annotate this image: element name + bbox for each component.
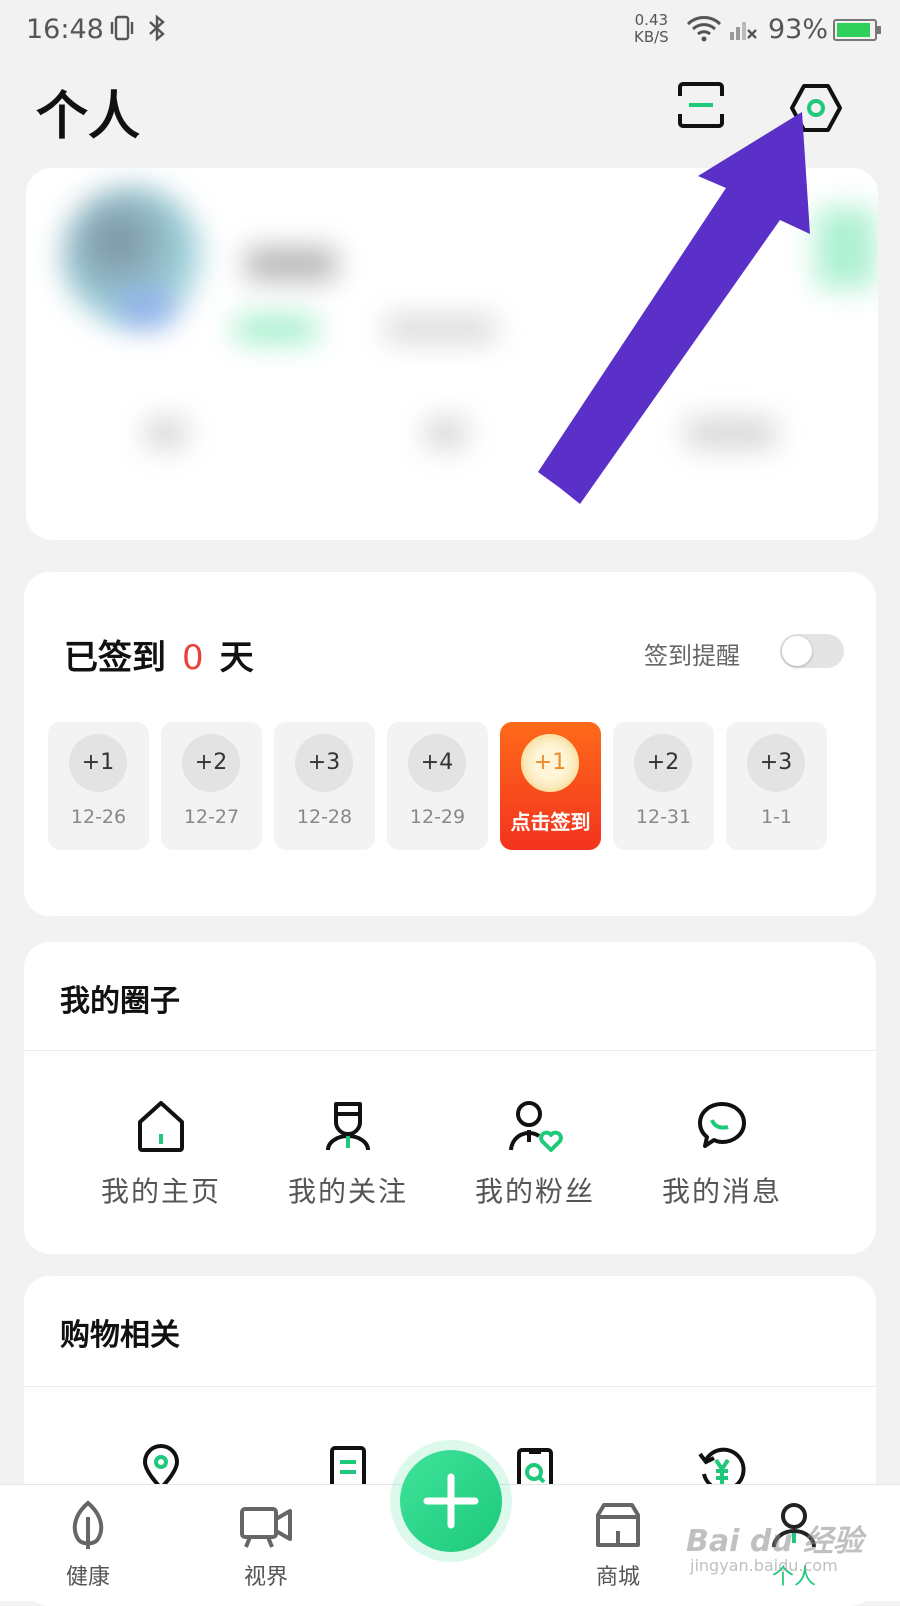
leaf-icon: [72, 1500, 104, 1549]
reward-coin: +1: [521, 734, 579, 792]
vibrate-icon: [108, 14, 136, 49]
plus-icon: [423, 1473, 479, 1529]
nav-item-mall[interactable]: 商城: [558, 1499, 678, 1591]
nav-item-health[interactable]: 健康: [28, 1499, 148, 1591]
divider: [24, 1386, 876, 1387]
checkin-day[interactable]: +2 12-31: [613, 722, 714, 850]
network-speed-value: 0.43: [634, 11, 669, 29]
profile-name-blurred: [246, 248, 336, 280]
watermark-brand: Bai du 经验: [686, 1524, 864, 1559]
store-icon: [596, 1503, 640, 1547]
checkin-button-label: 点击签到: [510, 810, 591, 834]
reward-coin: +4: [408, 734, 466, 792]
checkin-card: 已签到 0 天 签到提醒 +1 12-26 +2 12-27 +3 12-28 +4…: [24, 572, 876, 916]
day-date: 1-1: [760, 806, 793, 828]
nav-label: 视界: [243, 1565, 288, 1590]
reward-coin: +3: [295, 734, 353, 792]
circle-item-label: 我的消息: [661, 1175, 782, 1208]
status-bar: 16:48 0.43 KB/S 93%: [0, 0, 900, 60]
circle-item-messages[interactable]: 我的消息: [627, 1098, 817, 1210]
battery-percent: 93%: [768, 14, 829, 45]
day-date: 12-31: [635, 806, 692, 828]
circle-item-label: 我的粉丝: [474, 1175, 595, 1208]
checkin-reminder-label: 签到提醒: [644, 642, 740, 670]
checkin-days: +1 12-26 +2 12-27 +3 12-28 +4 12-29 +1 点…: [48, 722, 852, 850]
circle-item-following[interactable]: 我的关注: [253, 1098, 443, 1210]
section-title-shopping: 购物相关: [60, 1318, 180, 1353]
checkin-day[interactable]: +2 12-27: [161, 722, 262, 850]
toggle-knob: [782, 636, 812, 666]
add-post-button[interactable]: [400, 1450, 502, 1552]
home-icon: [138, 1101, 184, 1152]
checkin-day[interactable]: +1 12-26: [48, 722, 149, 850]
page-title: 个人: [36, 86, 141, 147]
nav-label: 健康: [65, 1565, 110, 1590]
chat-bubble-icon: [698, 1102, 746, 1148]
checkin-title: 已签到 0 天: [64, 630, 254, 679]
reward-coin: +1: [69, 734, 127, 792]
checkin-reminder-toggle[interactable]: [780, 634, 844, 668]
checkin-label-suffix: 天: [219, 638, 254, 678]
day-date: 12-29: [409, 806, 466, 828]
nav-label: 商城: [595, 1565, 640, 1590]
signal-icon: [728, 14, 758, 49]
checkin-day[interactable]: +3 12-28: [274, 722, 375, 850]
battery-icon: [833, 19, 881, 41]
checkin-day[interactable]: +4 12-29: [387, 722, 488, 850]
circle-item-label: 我的关注: [287, 1175, 408, 1208]
checkin-button-today[interactable]: +1 点击签到: [500, 722, 601, 850]
status-time: 16:48: [26, 14, 104, 45]
nav-item-vision[interactable]: 视界: [206, 1499, 326, 1591]
checkin-count: 0: [182, 638, 204, 678]
my-circle-card: 我的圈子 我的主页 我的关注 我的粉丝 我的消息: [24, 942, 876, 1254]
wifi-icon: [686, 14, 722, 49]
watermark-url: jingyan.baidu.com: [690, 1556, 838, 1575]
fans-heart-icon: [509, 1101, 563, 1152]
avatar-badge: [116, 288, 176, 328]
section-title-circle: 我的圈子: [60, 984, 180, 1019]
network-speed: 0.43 KB/S: [634, 12, 669, 46]
reward-coin: +3: [747, 734, 805, 792]
checkin-day[interactable]: +3 1-1: [726, 722, 827, 850]
profile-info-blurred: [386, 316, 496, 342]
network-speed-unit: KB/S: [634, 28, 669, 46]
checkin-label-prefix: 已签到: [64, 638, 166, 678]
circle-item-fans[interactable]: 我的粉丝: [440, 1098, 630, 1210]
day-date: 12-26: [70, 806, 127, 828]
divider: [24, 1050, 876, 1051]
battery-fill: [837, 23, 871, 37]
bluetooth-icon: [146, 14, 168, 49]
day-date: 12-28: [296, 806, 353, 828]
annotation-arrow: [538, 112, 810, 504]
video-camera-icon: [240, 1507, 292, 1548]
reward-coin: +2: [182, 734, 240, 792]
person-icon: [326, 1102, 370, 1151]
day-date: 12-27: [183, 806, 240, 828]
circle-item-home[interactable]: 我的主页: [66, 1098, 256, 1210]
circle-item-label: 我的主页: [100, 1175, 221, 1208]
profile-tag-blurred: [236, 316, 316, 342]
reward-coin: +2: [634, 734, 692, 792]
